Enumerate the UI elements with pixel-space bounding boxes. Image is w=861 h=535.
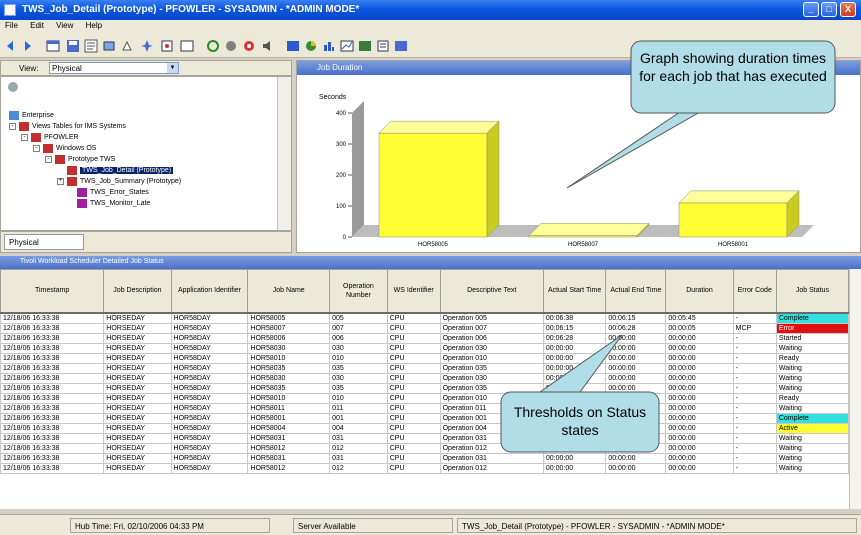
app-window: TWS_Job_Detail (Prototype) - PFOWLER - S…: [0, 0, 861, 535]
callout-graph-text: Graph showing duration times for each jo…: [639, 50, 827, 84]
callout-graph: Graph showing duration times for each jo…: [630, 40, 836, 114]
callout-thresholds: Thresholds on Status states: [500, 391, 660, 453]
callout-thresholds-text: Thresholds on Status states: [513, 404, 647, 438]
